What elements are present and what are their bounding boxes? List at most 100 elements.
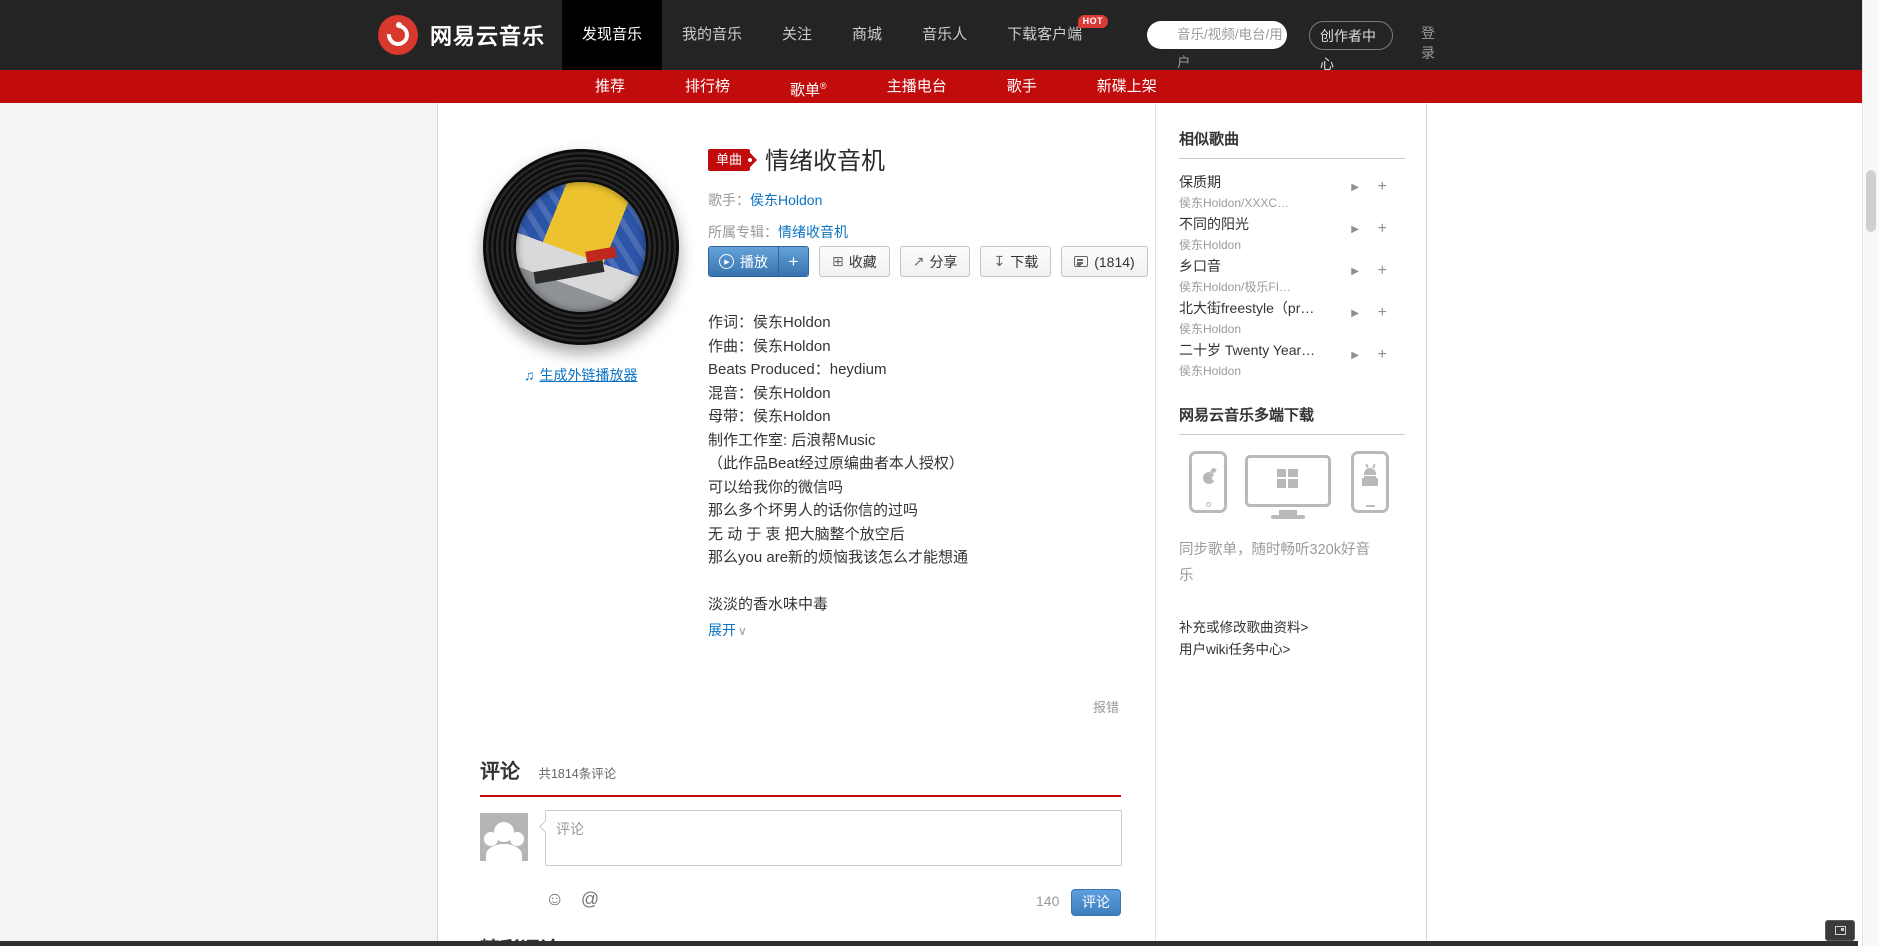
android-device-icon[interactable] [1351, 451, 1389, 513]
action-button-row: ▶ 播放 + ⊞ 收藏 ↗ 分享 ↧ 下载 (1814) [708, 246, 1148, 277]
avatar [480, 813, 528, 861]
detail-line: （此作品Beat经过原编曲者本人授权） [708, 455, 964, 472]
subnav-item-artists[interactable]: 歌手 [977, 70, 1067, 107]
favorite-button[interactable]: ⊞ 收藏 [819, 246, 890, 277]
add-small-icon[interactable]: + [1378, 220, 1387, 238]
search-input[interactable]: 音乐/视频/电台/用户 [1147, 21, 1287, 70]
music-note-icon: ♫ [524, 367, 535, 383]
similar-song-artist: 侯东Holdon [1179, 238, 1242, 252]
detail-line [708, 570, 968, 594]
album-cover-art [516, 182, 646, 312]
windows-device-icon[interactable] [1245, 455, 1331, 519]
expand-lyrics-link[interactable]: 展开 ∨ [708, 619, 968, 644]
list-item: 乡口音 侯东Holdon/极乐FI… ▶ + [1179, 252, 1405, 294]
comment-count-button[interactable]: (1814) [1061, 246, 1148, 277]
play-small-icon[interactable]: ▶ [1351, 266, 1359, 277]
hot-badge: HOT [1077, 15, 1109, 28]
topbar-right-group: 音乐/视频/电台/用户 创作者中心 登录 [1147, 21, 1437, 72]
scrollbar-thumb[interactable] [1866, 170, 1876, 232]
netease-logo-icon [378, 15, 418, 55]
left-gutter [0, 103, 438, 946]
list-item: 保质期 侯东Holdon/XXXC… ▶ + [1179, 168, 1405, 210]
subnav-item-radio[interactable]: 主播电台 [857, 70, 977, 107]
mention-icon[interactable]: @ [581, 889, 599, 909]
emoji-icon[interactable]: ☺ [545, 889, 564, 910]
similar-song-title[interactable]: 不同的阳光 [1179, 214, 1341, 234]
download-icon: ↧ [993, 253, 1006, 269]
char-remaining-count: 140 [1036, 893, 1060, 909]
add-small-icon[interactable]: + [1378, 262, 1387, 280]
comment-input[interactable] [545, 810, 1122, 866]
download-button[interactable]: ↧ 下载 [980, 246, 1052, 277]
creator-center-button[interactable]: 创作者中心 [1309, 21, 1393, 72]
chevron-down-icon: ∨ [738, 623, 747, 638]
play-small-icon[interactable]: ▶ [1351, 182, 1359, 193]
page-scrollbar[interactable] [1862, 0, 1879, 946]
sidebar: 相似歌曲 保质期 侯东Holdon/XXXC… ▶ + 不同的阳光 侯东Hold… [1179, 128, 1405, 661]
nav-item-download-client[interactable]: 下载客户端 HOT [987, 0, 1109, 70]
detail-line: 作词：侯东Holdon [708, 314, 831, 331]
subnav-item-recommend[interactable]: 推荐 [565, 70, 655, 107]
album-vinyl-disc [483, 149, 679, 345]
add-small-icon[interactable]: + [1378, 346, 1387, 364]
nav-item-discover[interactable]: 发现音乐 [562, 0, 663, 70]
similar-song-title[interactable]: 乡口音 [1179, 256, 1341, 276]
subnav-item-charts[interactable]: 排行榜 [655, 70, 760, 107]
apple-device-icon[interactable] [1189, 451, 1227, 513]
generate-outer-player-link[interactable]: ♫ 生成外链播放器 [524, 365, 638, 385]
artist-link[interactable]: 侯东Holdon [750, 192, 822, 208]
edit-song-info-link[interactable]: 补充或修改歌曲资料> [1179, 617, 1405, 639]
similar-song-title[interactable]: 北大街freestyle（pr… [1179, 298, 1341, 318]
detail-line: 可以给我你的微信吗 [708, 478, 844, 496]
login-link[interactable]: 登录 [1421, 21, 1437, 63]
detail-line: Beats Produced：heydium [708, 361, 887, 378]
nav-item-store[interactable]: 商城 [832, 0, 902, 70]
similar-songs-list: 保质期 侯东Holdon/XXXC… ▶ + 不同的阳光 侯东Holdon ▶ … [1179, 168, 1405, 378]
brand-title: 网易云音乐 [430, 24, 546, 49]
similar-song-title[interactable]: 二十岁 Twenty Year… [1179, 340, 1341, 360]
add-small-icon[interactable]: + [1378, 178, 1387, 196]
column-divider [1155, 103, 1156, 946]
secondary-nav-bar: 推荐 排行榜 歌单® 主播电台 歌手 新碟上架 [0, 63, 1879, 103]
report-error-link[interactable]: 报错 [1093, 697, 1119, 716]
comments-count: 共1814条评论 [538, 767, 617, 781]
detail-line: 那么you are新的烦恼我该怎么才能想通 [708, 549, 969, 566]
nav-item-my-music[interactable]: 我的音乐 [662, 0, 762, 70]
play-button[interactable]: ▶ 播放 [709, 247, 778, 276]
top-navigation-bar: 网易云音乐 发现音乐 我的音乐 关注 商城 音乐人 下载客户端 HOT 音乐/视… [0, 0, 1879, 72]
device-icons-row [1179, 449, 1405, 519]
album-link[interactable]: 情绪收音机 [778, 224, 848, 240]
player-bar-edge[interactable] [0, 941, 1858, 946]
add-to-playlist-button[interactable]: + [778, 247, 808, 276]
detail-line: 混音：侯东Holdon [708, 384, 831, 402]
nav-item-follow[interactable]: 关注 [762, 0, 832, 70]
comments-title: 评论 [480, 761, 520, 783]
detail-line: 作曲：侯东Holdon [708, 337, 831, 355]
similar-song-artist: 侯东Holdon [1179, 322, 1242, 336]
play-small-icon[interactable]: ▶ [1351, 350, 1359, 361]
album-row: 所属专辑：情绪收音机 [708, 224, 848, 240]
play-small-icon[interactable]: ▶ [1351, 224, 1359, 235]
netease-logo[interactable]: 网易云音乐 [378, 0, 545, 70]
list-item: 二十岁 Twenty Year… 侯东Holdon ▶ + [1179, 336, 1405, 378]
sidebar-links: 补充或修改歌曲资料> 用户wiki任务中心> [1179, 617, 1405, 661]
subnav-item-new-albums[interactable]: 新碟上架 [1067, 70, 1187, 107]
content-wrapper: ♫ 生成外链播放器 单曲 情绪收音机 歌手：侯东Holdon 所属专辑：情绪收音机… [438, 103, 1427, 946]
detail-line: 淡淡的香水味中毒 [708, 596, 829, 613]
song-detail-text: 作词：侯东Holdon 作曲：侯东Holdon Beats Produced：h… [708, 311, 968, 643]
share-button[interactable]: ↗ 分享 [899, 246, 971, 277]
list-item: 不同的阳光 侯东Holdon ▶ + [1179, 210, 1405, 252]
play-icon: ▶ [719, 254, 734, 269]
similar-song-artist: 侯东Holdon/XXXC… [1179, 196, 1290, 210]
add-small-icon[interactable]: + [1378, 304, 1387, 322]
share-icon: ↗ [912, 253, 925, 269]
play-small-icon[interactable]: ▶ [1351, 308, 1359, 319]
mini-player-toggle[interactable] [1825, 920, 1855, 941]
similar-song-title[interactable]: 保质期 [1179, 172, 1341, 192]
single-badge: 单曲 [708, 149, 753, 171]
comment-submit-button[interactable]: 评论 [1071, 889, 1121, 916]
subnav-item-playlists[interactable]: 歌单® [760, 70, 857, 107]
comment-toolbar: ☺ @ [545, 889, 599, 911]
nav-item-musician[interactable]: 音乐人 [902, 0, 987, 70]
wiki-task-center-link[interactable]: 用户wiki任务中心> [1179, 639, 1405, 661]
